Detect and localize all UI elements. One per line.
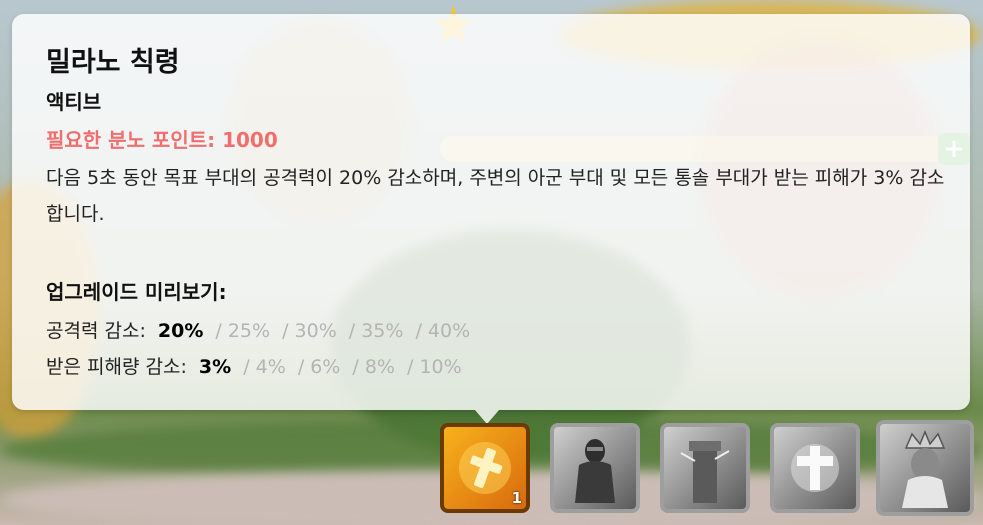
skill-slot-5[interactable]	[876, 420, 974, 516]
skill-slot-3[interactable]	[660, 423, 750, 513]
upgrade-row-label: 공격력 감소:	[46, 320, 146, 342]
upgrade-level-value: 30%	[294, 320, 337, 342]
upgrade-row-label: 받은 피해량 감소:	[46, 356, 187, 378]
skill-level-badge: 1	[511, 489, 522, 507]
upgrade-row-attack-reduction: 공격력 감소: 20% /25% /30% /35% /40%	[46, 320, 471, 342]
upgrade-level-value: 40%	[427, 320, 471, 342]
skill-type: 액티브	[46, 90, 102, 114]
upgrade-row-damage-reduction: 받은 피해량 감소: 3% /4% /6% /8% /10%	[46, 356, 462, 378]
skill-slot-2[interactable]	[550, 423, 640, 513]
skill-tooltip: 밀라노 칙령 액티브 필요한 분노 포인트: 1000 다음 5초 동안 목표 …	[12, 14, 970, 410]
upgrade-level-value: 6%	[310, 356, 341, 378]
tower-icon	[664, 427, 746, 509]
rage-cost: 필요한 분노 포인트: 1000	[46, 128, 278, 152]
upgrade-level-value: 25%	[227, 320, 271, 342]
upgrade-current-value: 3%	[198, 356, 232, 378]
upgrade-level-value: 10%	[419, 356, 462, 378]
skill-description: 다음 5초 동안 목표 부대의 공격력이 20% 감소하며, 주변의 아군 부대…	[46, 167, 945, 225]
skill-slot-4[interactable]	[770, 423, 860, 513]
knight-icon	[554, 427, 636, 509]
tooltip-pointer	[475, 410, 499, 424]
upgrade-level-value: 8%	[364, 356, 395, 378]
skill-slot-1[interactable]: 1	[440, 423, 530, 513]
upgrade-level-value: 4%	[255, 356, 286, 378]
upgrade-current-value: 20%	[157, 320, 204, 342]
crowned-king-icon	[880, 424, 970, 512]
upgrade-preview-title: 업그레이드 미리보기:	[46, 280, 227, 304]
upgrade-level-value: 35%	[361, 320, 404, 342]
holy-cross-icon	[774, 427, 856, 509]
skill-title: 밀라노 칙령	[46, 47, 180, 78]
